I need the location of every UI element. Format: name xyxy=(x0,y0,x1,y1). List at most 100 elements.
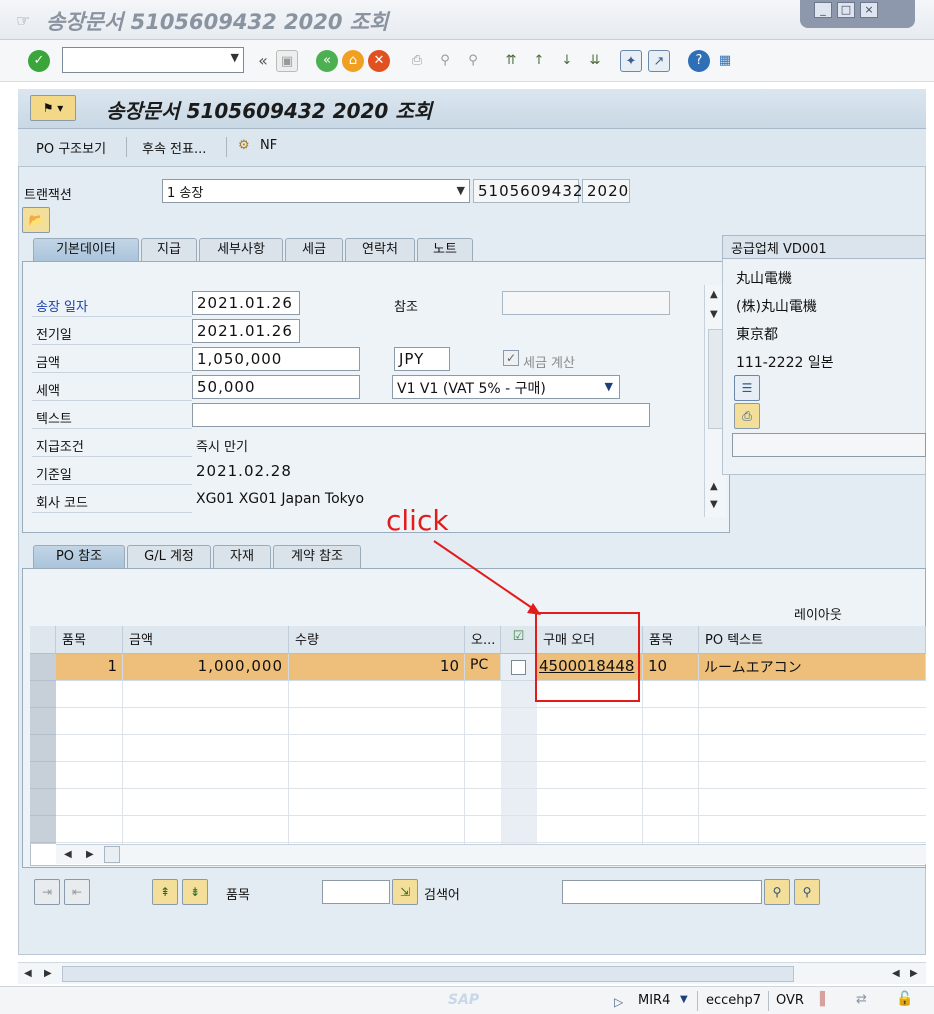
tab-notes[interactable]: 노트 xyxy=(417,238,473,262)
tax-code-select[interactable]: V1 V1 (VAT 5% - 구매) ▼ xyxy=(392,375,620,399)
column-header-quantity[interactable]: 수량 xyxy=(289,626,465,654)
po-structure-button[interactable]: PO 구조보기 xyxy=(36,138,106,157)
cell-select[interactable] xyxy=(501,654,537,681)
cell-quantity[interactable]: 10 xyxy=(289,654,465,681)
scroll-right-icon[interactable]: ▶ xyxy=(44,968,52,979)
lock-icon[interactable]: 🔓 xyxy=(896,991,913,1007)
help-icon[interactable]: ? xyxy=(688,50,710,72)
scroll-left-icon[interactable]: ◀ xyxy=(892,968,900,979)
shortcut-icon[interactable]: ↗ xyxy=(648,50,670,72)
column-header-amount[interactable]: 금액 xyxy=(123,626,289,654)
grid-hscrollbar[interactable]: ◀ ▶ xyxy=(56,844,926,864)
row-selectors[interactable] xyxy=(30,681,56,844)
scroll-right-icon[interactable]: ▶ xyxy=(910,968,918,979)
select-all-rows-icon[interactable]: ⇥ xyxy=(34,879,60,905)
sort-ascending-icon[interactable]: ⇞ xyxy=(152,879,178,905)
amount-field[interactable]: 1,050,000 xyxy=(192,347,360,371)
find-next-icon[interactable]: ⚲ xyxy=(794,879,820,905)
scroll-thumb[interactable] xyxy=(708,329,723,429)
prev-page-icon[interactable]: ↑ xyxy=(528,50,550,72)
row-checkbox[interactable] xyxy=(511,660,526,675)
column-header-item[interactable]: 품목 xyxy=(56,626,123,654)
save-icon[interactable]: ▣ xyxy=(276,50,298,72)
cell-item[interactable]: 1 xyxy=(56,654,123,681)
command-field[interactable]: ▼ xyxy=(62,47,244,73)
scroll-down-icon[interactable]: ▼ xyxy=(710,309,718,320)
scroll-up-icon[interactable]: ▲ xyxy=(710,289,718,300)
new-session-icon[interactable]: ✦ xyxy=(620,50,642,72)
followup-docs-button[interactable]: 후속 전표... xyxy=(142,138,206,157)
column-header-po[interactable]: 구매 오더 xyxy=(537,626,643,654)
search-term-field[interactable] xyxy=(562,880,762,904)
sort-descending-icon[interactable]: ⇟ xyxy=(182,879,208,905)
next-page-icon[interactable]: ↓ xyxy=(556,50,578,72)
select-all-icon[interactable]: ☑ xyxy=(513,629,525,644)
tab-po-reference[interactable]: PO 참조 xyxy=(33,545,125,569)
column-header-unit[interactable]: 오... xyxy=(465,626,501,654)
exit-icon[interactable]: ⌂ xyxy=(342,50,364,72)
scroll-left-icon[interactable]: ◀ xyxy=(64,849,72,860)
invoice-date-field[interactable]: 2021.01.26 xyxy=(192,291,300,315)
back-icon[interactable]: « xyxy=(316,50,338,72)
check-icon[interactable]: ✓ xyxy=(28,50,50,72)
vendor-details-icon[interactable]: ☰ xyxy=(734,375,760,401)
folder-icon[interactable]: 📂 xyxy=(22,207,50,233)
scroll-right-icon[interactable]: ▶ xyxy=(86,849,94,860)
nf-icon[interactable]: ⚙ xyxy=(238,138,250,153)
collapse-icon[interactable]: « xyxy=(252,50,274,72)
reference-field[interactable] xyxy=(502,291,670,315)
cell-po-text[interactable]: ルームエアコン xyxy=(699,654,926,681)
tab-payment[interactable]: 지급 xyxy=(141,238,197,262)
transaction-select[interactable]: 1 송장 ▼ xyxy=(162,179,470,203)
posting-date-field[interactable]: 2021.01.26 xyxy=(192,319,300,343)
cancel-icon[interactable]: ✕ xyxy=(368,50,390,72)
vendor-print-icon[interactable]: ⎙ xyxy=(734,403,760,429)
layout-label[interactable]: 레이아웃 xyxy=(794,604,842,623)
close-icon[interactable]: × xyxy=(860,2,878,18)
cell-unit[interactable]: PC xyxy=(465,654,501,681)
cell-purchase-order-link[interactable]: 4500018448 xyxy=(537,654,643,681)
find-icon[interactable]: ⚲ xyxy=(764,879,790,905)
play-icon[interactable]: ▷ xyxy=(614,995,623,1009)
currency-field[interactable]: JPY xyxy=(394,347,450,371)
page-hscrollbar[interactable]: ◀ ▶ ◀ ▶ xyxy=(18,962,926,984)
chevron-down-icon[interactable]: ▼ xyxy=(680,994,688,1005)
document-menu-icon[interactable]: ⚑ ▾ xyxy=(30,95,76,121)
last-page-icon[interactable]: ⇊ xyxy=(584,50,606,72)
scroll-up-icon[interactable]: ▲ xyxy=(710,481,718,492)
calculate-tax-checkbox[interactable]: ✓ xyxy=(503,350,519,366)
row-selector[interactable] xyxy=(30,654,56,681)
print-icon[interactable]: ⎙ xyxy=(406,50,428,72)
column-header-select[interactable]: ☑ xyxy=(501,626,537,654)
minimize-icon[interactable]: _ xyxy=(814,2,832,18)
chevron-down-icon[interactable]: ▼ xyxy=(605,380,613,393)
find-next-icon[interactable]: ⚲ xyxy=(462,50,484,72)
tab-gl-account[interactable]: G/L 계정 xyxy=(127,545,211,569)
chevron-down-icon[interactable]: ▼ xyxy=(457,184,465,197)
cell-amount[interactable]: 1,000,000 xyxy=(123,654,289,681)
text-field[interactable] xyxy=(192,403,650,427)
deselect-rows-icon[interactable]: ⇤ xyxy=(64,879,90,905)
tax-amount-field[interactable]: 50,000 xyxy=(192,375,360,399)
tab-basic-data[interactable]: 기본데이터 xyxy=(33,238,139,262)
tab-contract-reference[interactable]: 계약 참조 xyxy=(273,545,361,569)
scroll-left-icon[interactable]: ◀ xyxy=(24,968,32,979)
grid-corner[interactable] xyxy=(30,626,56,654)
maximize-icon[interactable]: □ xyxy=(837,2,855,18)
scroll-thumb[interactable] xyxy=(62,966,794,982)
first-page-icon[interactable]: ⇈ xyxy=(500,50,522,72)
tab-tax[interactable]: 세금 xyxy=(285,238,343,262)
cell-po-item[interactable]: 10 xyxy=(643,654,699,681)
scroll-down-icon[interactable]: ▼ xyxy=(710,499,718,510)
find-icon[interactable]: ⚲ xyxy=(434,50,456,72)
column-header-po-text[interactable]: PO 텍스트 xyxy=(699,626,926,654)
go-to-item-icon[interactable]: ⇲ xyxy=(392,879,418,905)
tab-details[interactable]: 세부사항 xyxy=(199,238,283,262)
window-menu-icon[interactable]: ☞ xyxy=(16,11,34,30)
tab-material[interactable]: 자재 xyxy=(213,545,271,569)
item-search-field[interactable] xyxy=(322,880,390,904)
tab-contacts[interactable]: 연락처 xyxy=(345,238,415,262)
scroll-thumb[interactable] xyxy=(104,846,120,863)
column-header-po-item[interactable]: 품목 xyxy=(643,626,699,654)
layout-icon[interactable]: ▦ xyxy=(714,50,736,72)
